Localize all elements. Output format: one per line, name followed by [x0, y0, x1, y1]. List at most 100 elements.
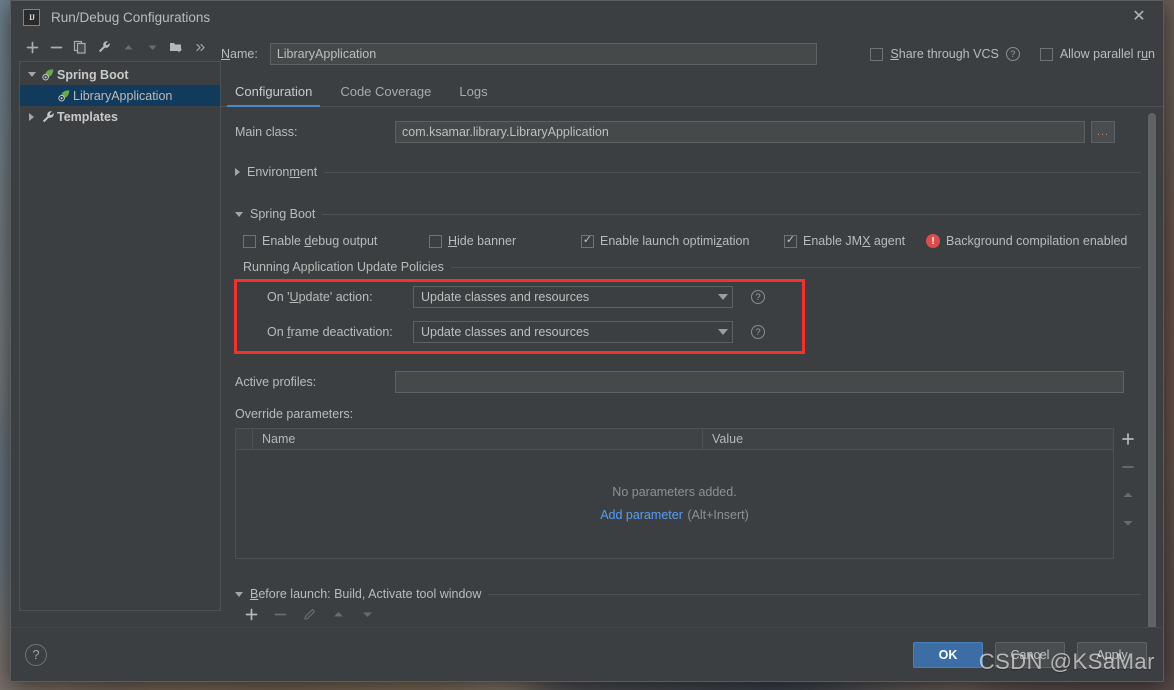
active-profiles-input[interactable]	[395, 371, 1124, 393]
tab-configuration[interactable]: Configuration	[221, 84, 326, 107]
chevron-double-right-icon[interactable]	[189, 36, 211, 58]
dialog-footer: ? OK Cancel Apply CSDN @KSaMar	[11, 627, 1163, 681]
run-debug-configurations-dialog: IJ Run/Debug Configurations ✕ Spring Boo…	[10, 0, 1164, 682]
move-parameter-down-button[interactable]	[1118, 515, 1138, 531]
on-frame-deactivation-combo[interactable]: Update classes and resources	[413, 321, 733, 343]
allow-parallel-run-checkbox[interactable]	[1039, 47, 1053, 61]
error-circle-icon: !	[926, 234, 940, 248]
ellipsis-icon[interactable]: ...	[1091, 121, 1115, 143]
help-circle-icon[interactable]: ?	[751, 290, 765, 304]
on-frame-deactivation-label: On frame deactivation:	[267, 325, 393, 339]
environment-expand-icon[interactable]	[235, 168, 240, 176]
move-parameter-up-button[interactable]	[1118, 487, 1138, 503]
name-row-options: Share through VCS ? Allow parallel run	[870, 47, 1155, 61]
before-launch-expand-icon[interactable]	[235, 591, 243, 597]
section-divider	[324, 171, 1141, 173]
intellij-logo-icon: IJ	[23, 8, 40, 26]
arrow-up-icon[interactable]	[117, 36, 139, 58]
empty-state-text: No parameters added.	[612, 484, 737, 499]
move-task-up-button[interactable]	[328, 606, 348, 622]
help-circle-icon[interactable]: ?	[751, 325, 765, 339]
expand-toggle-icon[interactable]	[24, 112, 39, 121]
override-parameters-label: Override parameters:	[235, 407, 354, 421]
enable-debug-output-row[interactable]: Enable debug output	[243, 234, 429, 248]
tree-node-templates[interactable]: Templates	[20, 106, 220, 127]
override-parameters-table[interactable]: Name Value No parameters added. Add para…	[235, 428, 1114, 559]
dialog-title: Run/Debug Configurations	[51, 9, 211, 25]
enable-jmx-agent-checkbox[interactable]	[784, 234, 797, 248]
tree-node-label: LibraryApplication	[73, 88, 173, 103]
wrench-icon[interactable]	[93, 36, 115, 58]
share-through-vcs-checkbox[interactable]	[870, 47, 884, 61]
scrollbar-thumb[interactable]	[1148, 113, 1156, 627]
section-divider	[450, 266, 1141, 268]
section-divider	[322, 213, 1141, 215]
on-update-action-value: Update classes and resources	[421, 290, 590, 304]
spring-boot-expand-icon[interactable]	[235, 211, 243, 217]
name-input[interactable]	[269, 43, 817, 65]
configuration-editor-panel: Name: Share through VCS ? Allow parallel…	[221, 33, 1163, 627]
section-divider	[488, 593, 1141, 595]
help-circle-icon[interactable]: ?	[1005, 47, 1020, 61]
remove-parameter-button[interactable]	[1118, 459, 1138, 475]
enable-jmx-agent-row[interactable]: Enable JMX agent	[784, 234, 926, 248]
spring-boot-leaf-icon	[39, 68, 57, 82]
table-header: Name Value	[236, 429, 1113, 450]
tree-node-label: Spring Boot	[57, 67, 129, 82]
copy-icon[interactable]	[69, 36, 91, 58]
name-label: Name:	[221, 47, 258, 61]
wrench-icon	[39, 110, 57, 124]
dialog-titlebar: IJ Run/Debug Configurations ✕	[11, 1, 1163, 33]
on-frame-deactivation-value: Update classes and resources	[421, 325, 590, 339]
editor-tabs: Configuration Code Coverage Logs	[221, 77, 1163, 107]
before-launch-toolbar	[235, 601, 1141, 627]
vertical-scrollbar[interactable]	[1148, 113, 1156, 627]
arrow-down-icon[interactable]	[141, 36, 163, 58]
allow-parallel-run-label: Allow parallel run	[1059, 47, 1155, 61]
enable-debug-output-checkbox[interactable]	[243, 234, 256, 248]
hide-banner-row[interactable]: Hide banner	[429, 234, 581, 248]
on-update-action-combo[interactable]: Update classes and resources	[413, 286, 733, 308]
add-parameter-button[interactable]	[1118, 431, 1138, 447]
row-gutter	[236, 429, 253, 449]
tree-node-library-application[interactable]: LibraryApplication	[20, 85, 220, 106]
dialog-body: Spring Boot LibraryApplication Templates…	[11, 33, 1163, 627]
chevron-down-icon[interactable]	[718, 294, 728, 300]
chevron-down-icon[interactable]	[718, 329, 728, 335]
column-header-name[interactable]: Name	[253, 429, 703, 449]
remove-before-launch-task-button[interactable]	[270, 606, 290, 622]
table-empty-state: No parameters added. Add parameter (Alt+…	[236, 450, 1113, 558]
enable-launch-optimization-row[interactable]: Enable launch optimization	[581, 234, 784, 248]
close-icon[interactable]: ✕	[1129, 7, 1149, 27]
remove-configuration-button[interactable]	[45, 36, 67, 58]
environment-section-label: Environment	[247, 165, 318, 179]
main-class-label: Main class:	[235, 125, 298, 139]
configurations-tree[interactable]: Spring Boot LibraryApplication Templates	[19, 61, 221, 611]
main-class-input[interactable]	[395, 121, 1085, 143]
ok-button[interactable]: OK	[913, 641, 983, 668]
tab-logs[interactable]: Logs	[445, 84, 501, 106]
hide-banner-checkbox[interactable]	[429, 234, 442, 248]
background-compilation-warning: ! Background compilation enabled	[926, 234, 1127, 248]
table-side-toolbar	[1114, 428, 1141, 559]
column-header-value[interactable]: Value	[703, 429, 1113, 449]
tree-node-spring-boot[interactable]: Spring Boot	[20, 64, 220, 85]
hide-banner-label: Hide banner	[448, 234, 517, 248]
tree-node-label: Templates	[57, 109, 118, 124]
expand-toggle-icon[interactable]	[24, 72, 39, 77]
folder-add-icon[interactable]	[165, 36, 187, 58]
watermark: CSDN @KSaMar	[978, 649, 1155, 674]
pencil-icon[interactable]	[299, 606, 319, 622]
spring-boot-leaf-icon	[55, 89, 73, 103]
configurations-toolbar	[19, 33, 221, 61]
add-parameter-hint: (Alt+Insert)	[687, 507, 749, 522]
move-task-down-button[interactable]	[357, 606, 377, 622]
configurations-panel: Spring Boot LibraryApplication Templates	[11, 33, 221, 627]
add-before-launch-task-button[interactable]	[241, 606, 261, 622]
help-icon[interactable]: ?	[25, 643, 47, 666]
add-configuration-button[interactable]	[21, 36, 43, 58]
spring-boot-section-label: Spring Boot	[250, 207, 316, 221]
enable-launch-optimization-checkbox[interactable]	[581, 234, 594, 248]
add-parameter-link[interactable]: Add parameter	[600, 508, 683, 522]
tab-code-coverage[interactable]: Code Coverage	[326, 84, 445, 106]
